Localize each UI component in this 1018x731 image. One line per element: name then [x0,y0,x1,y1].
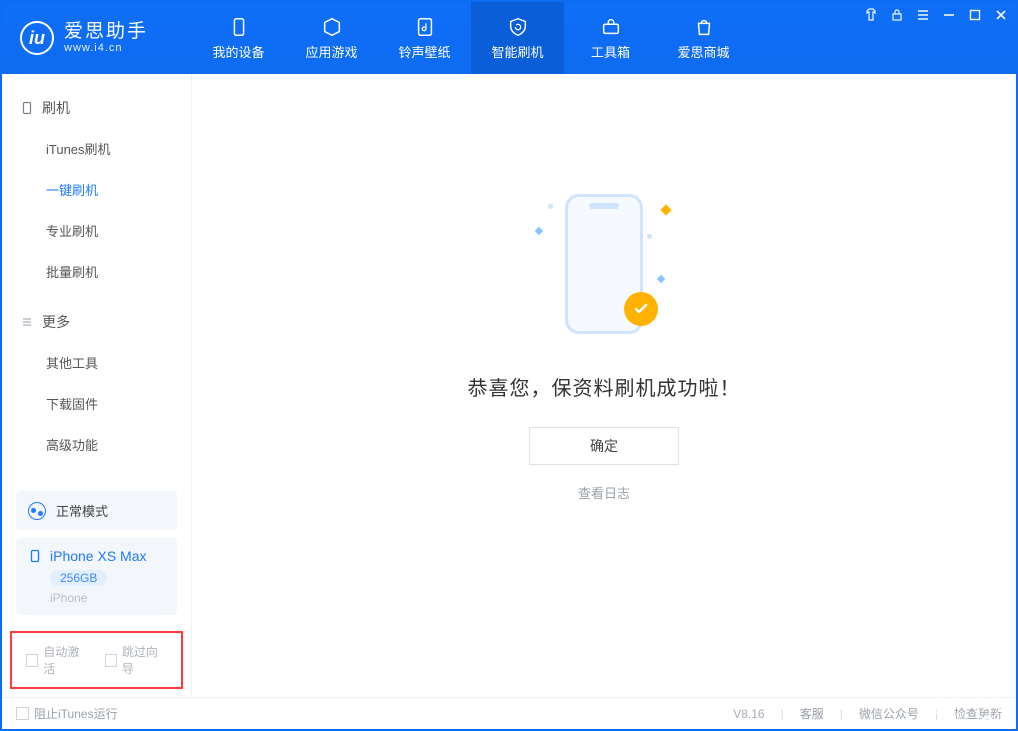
separator: | [840,707,843,721]
brand-name: 爱思助手 [64,22,148,43]
check-label: 阻止iTunes运行 [34,705,118,722]
sidebar-item-other[interactable]: 其他工具 [2,342,191,383]
nav-label: 爱思商城 [677,42,729,61]
list-icon [20,315,34,329]
menu-icon[interactable] [916,8,930,22]
app-window: iu 爱思助手 www.i4.cn 我的设备 应用游戏 铃声壁纸 智能刷机 [0,0,1018,731]
sidebar-item-fw[interactable]: 下载固件 [2,383,191,424]
sidebar-item-batch[interactable]: 批量刷机 [2,251,191,292]
device-card[interactable]: iPhone XS Max 256GB iPhone [16,538,177,615]
sidebar-item-adv[interactable]: 高级功能 [2,424,191,465]
nav-tab-flash[interactable]: 智能刷机 [471,2,564,74]
checkbox-icon [16,707,29,720]
nav-label: 工具箱 [591,42,630,61]
check-label: 跳过向导 [122,643,167,677]
sidebar-group-label: 刷机 [42,98,70,118]
window-controls [864,8,1008,22]
device-icon [228,16,250,38]
shield-refresh-icon [507,16,529,38]
sidebar-group-label: 更多 [42,312,70,332]
user-circle-icon[interactable] [974,693,1000,719]
download-circle-icon[interactable] [934,693,960,719]
nav-label: 智能刷机 [491,42,543,61]
sidebar-group-more: 更多 [2,302,191,342]
nav-label: 应用游戏 [305,42,357,61]
checkbox-icon [105,654,117,667]
nav-tab-apps[interactable]: 应用游戏 [285,2,378,74]
spark-dot-icon [647,234,652,239]
main-pane: 恭喜您，保资料刷机成功啦！ 确定 查看日志 [192,74,1016,697]
body: 刷机 iTunes刷机 一键刷机 专业刷机 批量刷机 更多 其他工具 下载固件 … [2,74,1016,697]
device-panel: 正常模式 iPhone XS Max 256GB iPhone [2,483,191,627]
check-label: 自动激活 [43,643,88,677]
sidebar-item-itunes[interactable]: iTunes刷机 [2,128,191,169]
mode-icon [28,502,46,520]
phone-small-icon [28,549,42,563]
shirt-icon[interactable] [864,8,878,22]
confirm-button[interactable]: 确定 [529,427,679,465]
device-name: iPhone XS Max [50,548,147,564]
success-message: 恭喜您，保资料刷机成功啦！ [468,372,741,401]
phone-small-icon [20,101,34,115]
check-badge-icon [624,292,658,326]
logo-block: iu 爱思助手 www.i4.cn [2,2,192,74]
mode-card[interactable]: 正常模式 [16,491,177,530]
brand-url: www.i4.cn [64,42,148,54]
nav-label: 我的设备 [212,42,264,61]
sidebar-content: 刷机 iTunes刷机 一键刷机 专业刷机 批量刷机 更多 其他工具 下载固件 … [2,74,191,483]
nav-tab-ring[interactable]: 铃声壁纸 [378,2,471,74]
nav-tab-tools[interactable]: 工具箱 [564,2,657,74]
check-block-itunes[interactable]: 阻止iTunes运行 [16,705,118,722]
nav-tab-store[interactable]: 爱思商城 [657,2,750,74]
spark-icon [535,227,543,235]
nav-label: 铃声壁纸 [398,42,450,61]
mode-label: 正常模式 [56,501,108,520]
side-options-highlighted: 自动激活 跳过向导 [10,631,183,689]
view-log-link[interactable]: 查看日志 [578,483,630,502]
statusbar: 阻止iTunes运行 V8.16 | 客服 | 微信公众号 | 检查更新 [2,697,1016,729]
device-capacity: 256GB [50,570,107,586]
logo-icon: iu [20,21,54,55]
minimize-button[interactable] [942,8,956,22]
lock-icon[interactable] [890,8,904,22]
success-illustration [514,184,694,344]
music-file-icon [414,16,436,38]
check-auto-activate[interactable]: 自动激活 [26,643,89,677]
nav-tab-device[interactable]: 我的设备 [192,2,285,74]
sidebar: 刷机 iTunes刷机 一键刷机 专业刷机 批量刷机 更多 其他工具 下载固件 … [2,74,192,697]
bag-icon [693,16,715,38]
link-wechat[interactable]: 微信公众号 [859,705,919,722]
link-customer-service[interactable]: 客服 [800,705,824,722]
sidebar-group-flash: 刷机 [2,88,191,128]
version-label: V8.16 [733,707,764,721]
titlebar: iu 爱思助手 www.i4.cn 我的设备 应用游戏 铃声壁纸 智能刷机 [2,2,1016,74]
spark-dot-icon [548,204,553,209]
sidebar-item-pro[interactable]: 专业刷机 [2,210,191,251]
logo-text: 爱思助手 www.i4.cn [64,22,148,55]
device-type: iPhone [50,591,165,605]
checkbox-icon [26,654,38,667]
separator: | [781,707,784,721]
check-skip-guide[interactable]: 跳过向导 [105,643,168,677]
header-action-icons [934,693,1000,719]
nav-tabs: 我的设备 应用游戏 铃声壁纸 智能刷机 工具箱 爱思商城 [192,2,750,74]
close-button[interactable] [994,8,1008,22]
sidebar-item-onekey[interactable]: 一键刷机 [2,169,191,210]
cube-icon [321,16,343,38]
spark-icon [657,275,665,283]
toolbox-icon [600,16,622,38]
spark-icon [660,204,671,215]
maximize-button[interactable] [968,8,982,22]
